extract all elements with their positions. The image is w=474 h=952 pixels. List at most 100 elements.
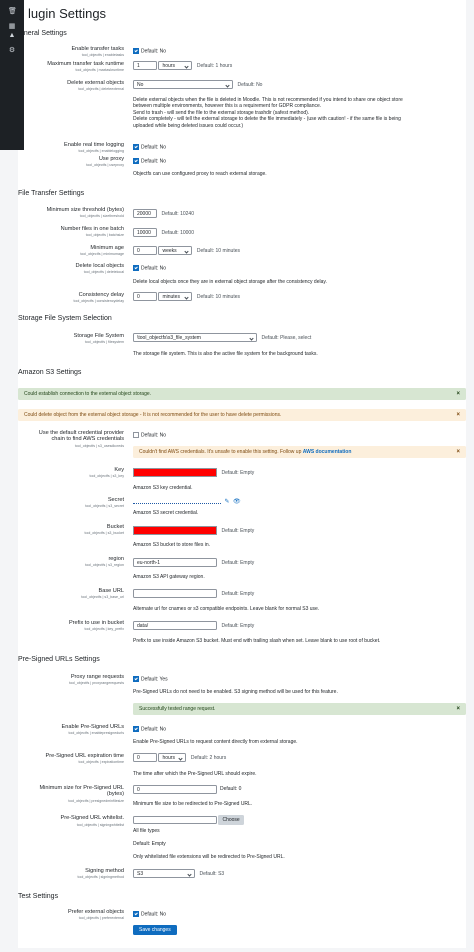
delete-local-label: Delete local objects [75, 263, 124, 269]
max-runtime-default: Default: 1 hours [196, 62, 233, 69]
s3-heading: Amazon S3 Settings [18, 369, 82, 376]
consistency-delay-input[interactable]: 0 [133, 292, 157, 301]
consistency-delay-label: Consistency delay [78, 292, 124, 298]
prefer-external-checkbox[interactable] [133, 911, 139, 917]
page-title: lugin Settings [28, 6, 107, 21]
s3-region-key: tool_objectfs | s3_region [85, 562, 124, 567]
whitelist-value: All file types [133, 828, 160, 834]
presigned-min-size-input[interactable]: 0 [133, 785, 217, 794]
batch-input[interactable]: 10000 [133, 228, 157, 237]
s3-secret-input[interactable] [133, 499, 221, 505]
range-request-alert-text: Successfully tested range request. [139, 706, 216, 712]
choose-button[interactable]: Choose [218, 815, 244, 825]
proxy-range-checkbox[interactable] [133, 676, 139, 682]
enable-tasks-checkbox[interactable] [133, 48, 139, 54]
min-age-input[interactable]: 0 [133, 246, 157, 255]
consistency-delay-unit-select[interactable]: minutes [158, 292, 193, 301]
s3-base-url-label: Base URL [98, 588, 125, 594]
close-icon[interactable]: × [456, 388, 460, 400]
presigned-min-size-key: tool_objectfs | presignedminfilesize [68, 798, 124, 803]
aws-documentation-link[interactable]: AWS documentation [303, 449, 352, 455]
max-runtime-key: tool_objectfs | maxtaskruntime [75, 67, 124, 72]
s3-region-input[interactable]: eu-north-1 [133, 558, 217, 567]
use-proxy-label: Use proxy [98, 156, 124, 162]
expiration-unit-select[interactable]: hours [158, 753, 187, 762]
use-sdk-checkbox[interactable] [133, 432, 139, 438]
expiration-label: Pre-Signed URL expiration time [45, 753, 124, 759]
trash-icon[interactable]: 🗑 [8, 8, 17, 16]
s3-connection-alert: Could establish connection to the extern… [18, 388, 466, 400]
s3-key-key: tool_objectfs | s3_key [89, 473, 125, 478]
whitelist-description: Only whitelisted file extensions will be… [133, 854, 285, 860]
max-runtime-input[interactable]: 1 [133, 61, 157, 70]
proxy-range-label: Proxy range requests [70, 674, 124, 680]
s3-secret-description: Amazon S3 secret credential. [133, 510, 199, 516]
signing-method-key: tool_objectfs | signingmethod [77, 874, 124, 879]
close-icon[interactable]: × [456, 703, 460, 715]
use-proxy-key: tool_objectfs | useproxy [86, 162, 124, 167]
prefer-external-key: tool_objectfs | preferexternal [78, 915, 124, 920]
save-changes-button[interactable]: Save changes [133, 925, 177, 935]
aws-credentials-warning: Couldn't find AWS credentials. It's unsa… [133, 446, 466, 458]
s3-secret-label: Secret [107, 497, 124, 503]
grid-icon[interactable]: ▦ [8, 23, 16, 31]
real-time-logging-checkbox[interactable] [133, 144, 139, 150]
delete-local-checkbox[interactable] [133, 265, 139, 271]
use-sdk-label: Use the default credential provider chai… [38, 430, 124, 442]
expiration-description: The time after which the Pre-Signed URL … [133, 771, 257, 777]
min-size-input[interactable]: 20000 [133, 209, 157, 218]
storage-heading: Storage File System Selection [18, 315, 112, 322]
whitelist-key: tool_objectfs | signingwhitelist [76, 822, 124, 827]
s3-prefix-description: Prefix to use inside Amazon S3 bucket. M… [133, 638, 381, 644]
batch-default: Default: 10000 [161, 229, 194, 236]
real-time-logging-key: tool_objectfs | enablelogging [78, 148, 125, 153]
s3-bucket-default: Default: Empty [221, 527, 255, 534]
whitelist-input[interactable] [133, 816, 217, 824]
graduation-cap-icon[interactable]: ▲ [8, 32, 16, 40]
settings-icon[interactable]: ⚙ [8, 47, 16, 55]
s3-key-description: Amazon S3 key credential. [133, 485, 193, 491]
proxy-range-key: tool_objectfs | proxyrangerequests [69, 680, 124, 685]
delete-external-default: Default: No [237, 81, 263, 88]
use-proxy-checkbox[interactable] [133, 158, 139, 164]
signing-method-label: Signing method [85, 868, 124, 874]
enable-presigned-default: Default: No [141, 726, 167, 733]
signing-method-select[interactable]: S3 [133, 869, 195, 878]
max-runtime-unit-select[interactable]: hours [158, 61, 193, 70]
s3-delete-warning-alert: Could delete object from the external ob… [18, 409, 466, 421]
s3-connection-alert-text: Could establish connection to the extern… [24, 391, 152, 397]
s3-key-input[interactable] [133, 468, 217, 477]
s3-prefix-input[interactable]: data/ [133, 621, 217, 630]
transfer-heading: File Transfer Settings [18, 190, 85, 197]
whitelist-default: Default: Empty [133, 841, 166, 847]
max-runtime-label: Maximum transfer task runtime [47, 61, 124, 67]
min-age-label: Minimum age [90, 245, 124, 251]
desc-line: Delete completely - will tell the extern… [133, 116, 401, 123]
storage-fs-key: tool_objectfs | filesystem [84, 339, 124, 344]
enable-presigned-key: tool_objectfs | enablepresignedurls [68, 730, 124, 735]
s3-key-default: Default: Empty [221, 469, 255, 476]
expiration-input[interactable]: 0 [133, 753, 157, 762]
s3-bucket-input[interactable] [133, 526, 217, 535]
page-bottom [0, 948, 474, 952]
pencil-icon[interactable]: ✎ [224, 499, 229, 505]
s3-bucket-key: tool_objectfs | s3_bucket [84, 530, 125, 535]
close-icon[interactable]: × [456, 409, 460, 421]
general-heading: eneral Settings [20, 30, 67, 37]
min-size-label: Minimum size threshold (bytes) [46, 207, 124, 213]
delete-external-select[interactable]: No [133, 80, 233, 89]
storage-fs-select[interactable]: \tool_objectfs\s3_file_system [133, 333, 257, 342]
enable-presigned-description: Enable Pre-Signed URLs to request conten… [133, 739, 298, 745]
s3-region-description: Amazon S3 API gateway region. [133, 574, 205, 580]
desc-line: uploaded while being deleted issues coul… [133, 122, 244, 129]
close-icon[interactable]: × [456, 446, 460, 458]
enable-presigned-checkbox[interactable] [133, 726, 139, 732]
s3-prefix-key: tool_objectfs | key_prefix [84, 626, 125, 631]
s3-base-url-input[interactable] [133, 589, 217, 598]
s3-region-label: region [108, 556, 124, 562]
min-age-default: Default: 10 minutes [196, 247, 240, 254]
eye-icon[interactable]: 👁 [233, 499, 241, 505]
min-age-unit-select[interactable]: weeks [158, 246, 193, 255]
presigned-heading: Pre-Signed URLs Settings [18, 656, 100, 663]
sidebar: 🗑 ▦ ▲ ⚙ [0, 0, 24, 150]
